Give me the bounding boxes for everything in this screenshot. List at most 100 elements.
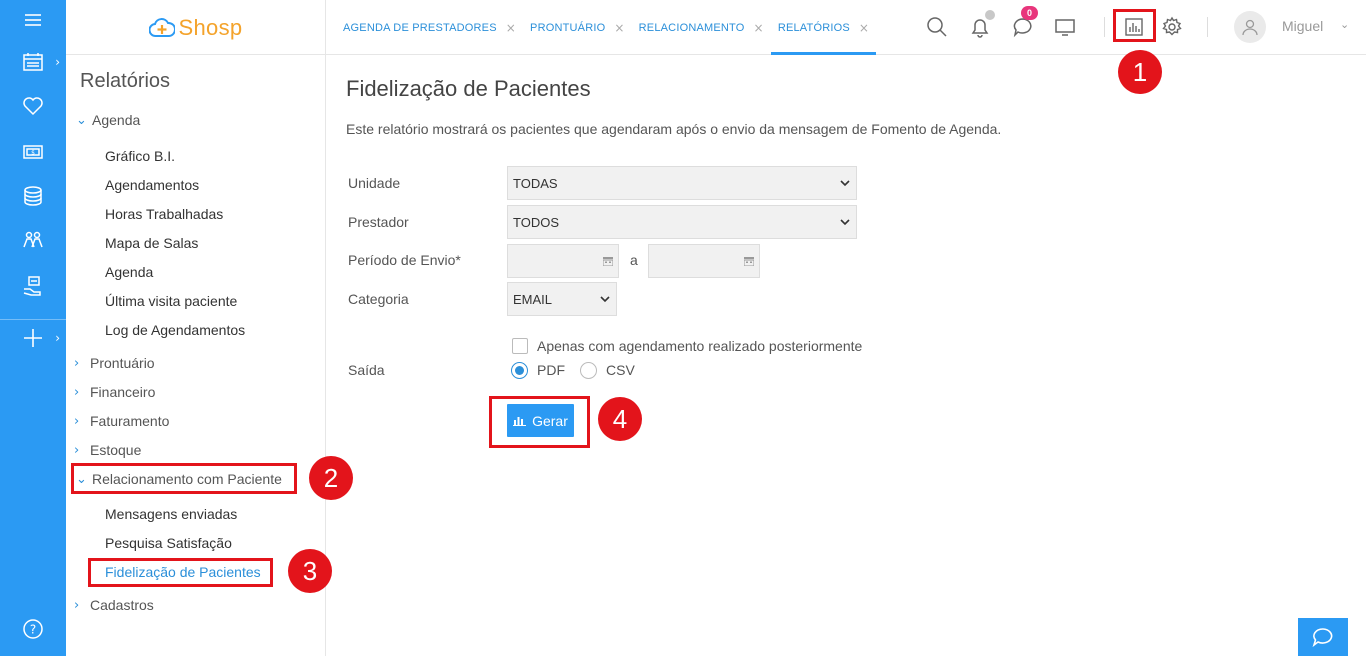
separator <box>1104 17 1105 37</box>
chevron-down-icon <box>600 296 610 303</box>
group-label: Agenda <box>92 112 141 128</box>
rail-finance[interactable]: $ <box>0 132 66 172</box>
chevron-down-icon[interactable]: ⌄ <box>1340 18 1349 31</box>
periodo-end-input[interactable] <box>648 244 760 278</box>
prestador-label: Prestador <box>348 214 409 230</box>
group-label: Estoque <box>90 442 142 458</box>
rail-agenda[interactable]: › <box>0 42 66 82</box>
svg-text:$: $ <box>31 150 35 157</box>
search-button[interactable] <box>924 14 950 40</box>
highlight-box-fidelizacao <box>88 558 273 587</box>
tab-prontuario[interactable]: PRONTUÁRIO × <box>523 0 632 55</box>
periodo-label: Período de Envio* <box>348 252 461 268</box>
rail-service[interactable] <box>0 266 66 306</box>
chat-bubble-icon <box>1312 628 1333 647</box>
categoria-select[interactable]: EMAIL <box>507 282 617 316</box>
top-bar: Shosp AGENDA DE PRESTADORES × PRONTUÁRIO… <box>66 0 1366 55</box>
step-marker-3: 3 <box>288 549 332 593</box>
rail-stock[interactable] <box>0 176 66 216</box>
sidebar-group-estoque[interactable]: › Estoque <box>74 442 141 458</box>
main-content: Fidelização de Pacientes Este relatório … <box>326 55 1366 656</box>
chevron-right-icon: › <box>55 331 60 345</box>
agendamento-posterior-checkbox[interactable] <box>512 338 528 354</box>
tab-label: RELATÓRIOS <box>777 21 850 34</box>
sidebar-title: Relatórios <box>80 70 171 92</box>
group-label: Faturamento <box>90 413 170 429</box>
group-label: Cadastros <box>90 597 154 613</box>
sidebar-group-faturamento[interactable]: › Faturamento <box>74 413 169 429</box>
close-icon[interactable]: × <box>859 21 869 35</box>
chevron-right-icon: › <box>55 55 60 69</box>
sidebar-item-ultima-visita[interactable]: Última visita paciente <box>105 293 237 309</box>
sidebar-item-grafico-bi[interactable]: Gráfico B.I. <box>105 148 175 164</box>
page-title: Fidelização de Pacientes <box>346 76 591 101</box>
menu-toggle[interactable] <box>0 0 66 40</box>
tab-relacionamento[interactable]: RELACIONAMENTO × <box>632 0 771 55</box>
tab-label: AGENDA DE PRESTADORES <box>343 21 497 34</box>
rail-relationship[interactable] <box>0 220 66 260</box>
close-icon[interactable]: × <box>506 21 516 35</box>
highlight-box-relacionamento <box>71 463 297 494</box>
sidebar-item-agenda[interactable]: Agenda <box>105 264 153 280</box>
calendar-icon[interactable] <box>744 256 754 266</box>
chevron-down-icon <box>840 180 850 187</box>
calendar-icon <box>23 53 43 71</box>
chevron-down-icon <box>840 219 850 226</box>
periodo-separator: a <box>630 252 638 268</box>
prestador-select[interactable]: TODOS <box>507 205 857 239</box>
people-icon <box>23 231 43 248</box>
database-icon <box>24 186 42 206</box>
sidebar-group-cadastros[interactable]: › Cadastros <box>74 597 154 613</box>
csv-label[interactable]: CSV <box>606 362 635 378</box>
sidebar-item-agendamentos[interactable]: Agendamentos <box>105 177 199 193</box>
avatar[interactable] <box>1234 11 1266 43</box>
monitor-icon <box>1055 19 1075 36</box>
periodo-start-input[interactable] <box>507 244 619 278</box>
rail-health[interactable] <box>0 86 66 126</box>
cloud-cross-icon <box>148 17 175 37</box>
close-icon[interactable]: × <box>614 21 624 35</box>
sidebar-item-mapa-salas[interactable]: Mapa de Salas <box>105 235 198 251</box>
prestador-value: TODOS <box>513 214 559 230</box>
tab-bar: AGENDA DE PRESTADORES × PRONTUÁRIO × REL… <box>336 0 877 55</box>
tab-relatorios[interactable]: RELATÓRIOS × <box>770 0 877 55</box>
agendamento-posterior-label[interactable]: Apenas com agendamento realizado posteri… <box>537 338 862 354</box>
calendar-icon[interactable] <box>603 256 613 266</box>
rail-help[interactable]: ? <box>0 609 66 649</box>
plus-icon <box>24 329 42 347</box>
pdf-radio[interactable] <box>511 362 528 379</box>
money-icon: $ <box>23 145 43 159</box>
settings-button[interactable] <box>1159 14 1185 40</box>
svg-text:?: ? <box>30 623 36 637</box>
close-icon[interactable]: × <box>754 21 764 35</box>
hamburger-menu-icon <box>25 14 41 26</box>
step-marker-1: 1 <box>1118 50 1162 94</box>
unidade-value: TODAS <box>513 175 558 191</box>
sidebar-item-horas-trabalhadas[interactable]: Horas Trabalhadas <box>105 206 223 222</box>
rail-add[interactable]: › <box>0 318 66 358</box>
chevron-right-icon: › <box>74 442 80 458</box>
separator <box>1207 17 1208 37</box>
user-icon <box>1242 19 1258 36</box>
logo[interactable]: Shosp <box>66 0 326 55</box>
tab-agenda-prestadores[interactable]: AGENDA DE PRESTADORES × <box>336 0 523 55</box>
chevron-right-icon: › <box>74 597 80 613</box>
hand-service-icon <box>23 276 41 296</box>
sidebar-item-pesquisa-satisfacao[interactable]: Pesquisa Satisfação <box>105 535 232 551</box>
sidebar-group-financeiro[interactable]: › Financeiro <box>74 384 155 400</box>
tab-label: PRONTUÁRIO <box>530 21 606 34</box>
unidade-select[interactable]: TODAS <box>507 166 857 200</box>
user-name[interactable]: Miguel <box>1282 18 1323 34</box>
step-marker-4: 4 <box>598 397 642 441</box>
display-button[interactable] <box>1052 14 1078 40</box>
sidebar-item-mensagens-enviadas[interactable]: Mensagens enviadas <box>105 506 237 522</box>
floating-chat-button[interactable] <box>1298 618 1348 656</box>
categoria-label: Categoria <box>348 291 409 307</box>
sidebar-group-agenda[interactable]: ⌄ Agenda <box>76 112 140 128</box>
pdf-label[interactable]: PDF <box>537 362 565 378</box>
highlight-box-gerar <box>489 396 590 448</box>
sidebar-item-log-agendamentos[interactable]: Log de Agendamentos <box>105 322 245 338</box>
csv-radio[interactable] <box>580 362 597 379</box>
sidebar-group-prontuario[interactable]: › Prontuário <box>74 355 155 371</box>
gear-icon <box>1162 16 1182 36</box>
